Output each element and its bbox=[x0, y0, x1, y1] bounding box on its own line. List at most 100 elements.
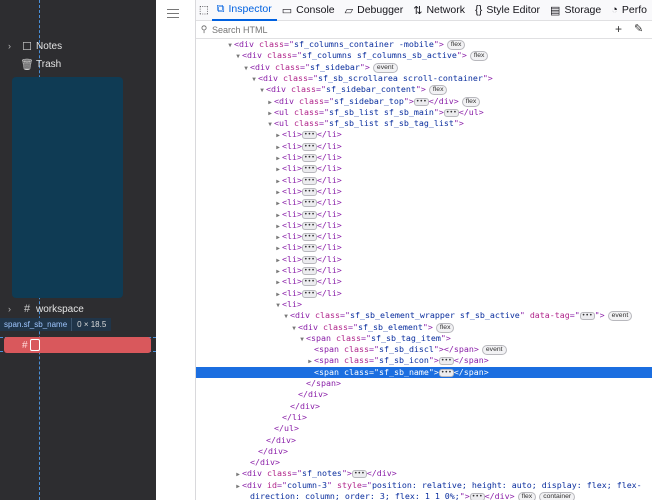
node-row[interactable]: ▼ <span class="sf_sb_tag_item"> bbox=[196, 333, 652, 344]
tab-label: Storage bbox=[564, 4, 602, 16]
node-row[interactable]: ▶ <li> ••• </li> bbox=[196, 220, 652, 231]
collapsed-content-icon[interactable]: ••• bbox=[301, 289, 317, 298]
node-row[interactable]: ▼ <ul class="sf_sb_list sf_sb_tag_list"> bbox=[196, 118, 652, 129]
sidebar-item-label: Trash bbox=[36, 58, 62, 70]
collapsed-content-icon[interactable]: ••• bbox=[301, 142, 317, 151]
event-badge[interactable]: event bbox=[607, 311, 633, 322]
devtools-toolbar: ⬚ ⧉ Inspector ▭ Console ▱ Debugger ⇅ Net… bbox=[196, 0, 652, 21]
menu-icon[interactable] bbox=[167, 9, 179, 21]
flex-badge[interactable]: flex bbox=[461, 96, 481, 107]
container-badge[interactable]: container bbox=[539, 492, 576, 500]
node-row[interactable]: ▼ <div class="sf_sb_scrollarea scroll-con… bbox=[196, 73, 652, 84]
node-row[interactable]: ▶ <li> ••• </li> bbox=[196, 129, 652, 140]
node-row[interactable]: <span class="sf_sb_discl"></span> event bbox=[196, 344, 652, 356]
collapsed-content-icon[interactable]: ••• bbox=[579, 312, 595, 321]
node-row[interactable]: ▶ <li> ••• </li> bbox=[196, 175, 652, 186]
node-row[interactable]: ▼ <div class="sf_sb_element"> flex bbox=[196, 322, 652, 333]
flex-badge[interactable]: flex bbox=[517, 492, 537, 500]
tab-network[interactable]: ⇅ Network bbox=[408, 0, 470, 21]
collapsed-content-icon[interactable]: ••• bbox=[351, 470, 367, 479]
node-row[interactable]: ▶ <span class="sf_sb_icon"> ••• </span> bbox=[196, 355, 652, 366]
node-row[interactable]: ▶ <li> ••• </li> bbox=[196, 152, 652, 163]
selected-node-row[interactable]: <span class="sf_sb_name"> ••• </span> bbox=[196, 366, 652, 378]
node-row[interactable]: </div> bbox=[196, 446, 652, 457]
node-row[interactable]: ▶ <li> ••• </li> bbox=[196, 265, 652, 276]
tab-debugger[interactable]: ▱ Debugger bbox=[340, 0, 409, 21]
flex-badge[interactable]: flex bbox=[428, 85, 448, 96]
node-row[interactable]: ▶ <div class="sf_sidebar_top"> ••• </div> fl… bbox=[196, 96, 652, 107]
node-row[interactable]: ▶ <div id="column-3" style="position: rel… bbox=[196, 480, 652, 491]
collapsed-content-icon[interactable]: ••• bbox=[301, 131, 317, 140]
node-row[interactable]: </ul> bbox=[196, 423, 652, 434]
notes-header-strip bbox=[156, 0, 196, 500]
flex-badge[interactable]: flex bbox=[435, 322, 455, 333]
node-row[interactable]: ▶ <div class="sf_notes"> ••• </div> bbox=[196, 468, 652, 479]
markup-tree: ▼ <div class="sf_columns_container -mobil… bbox=[196, 39, 652, 500]
node-row[interactable]: </div> bbox=[196, 457, 652, 468]
performance-icon: ◔ bbox=[611, 4, 618, 16]
collapsed-content-icon[interactable]: ••• bbox=[301, 176, 317, 185]
collapsed-content-icon[interactable]: ••• bbox=[438, 357, 454, 366]
node-row[interactable]: </div> bbox=[196, 435, 652, 446]
node-row[interactable]: </div> bbox=[196, 401, 652, 412]
node-row[interactable]: ▶ <li> ••• </li> bbox=[196, 276, 652, 287]
sidebar-item-workspace[interactable]: › # workspace bbox=[8, 300, 84, 318]
tab-style-editor[interactable]: {} Style Editor bbox=[470, 0, 545, 21]
node-row[interactable]: ▶ <li> ••• </li> bbox=[196, 186, 652, 197]
eyedropper-icon[interactable]: ✎ bbox=[634, 22, 643, 35]
node-row[interactable]: ▶ <li> ••• </li> bbox=[196, 288, 652, 299]
collapsed-content-icon[interactable]: ••• bbox=[301, 267, 317, 275]
node-row[interactable]: ▼ <div class="sf_columns sf_columns_sb_ac… bbox=[196, 50, 652, 62]
node-row[interactable]: </span> bbox=[196, 378, 652, 389]
flex-badge[interactable]: flex bbox=[446, 40, 466, 50]
highlighted-tag-item[interactable]: # bbox=[4, 337, 151, 353]
event-badge[interactable]: event bbox=[372, 62, 398, 73]
collapsed-content-icon[interactable]: ••• bbox=[301, 233, 317, 242]
tab-console[interactable]: ▭ Console bbox=[277, 0, 340, 21]
collapsed-content-icon[interactable]: ••• bbox=[301, 221, 317, 230]
app-sidebar: › ☐ Notes 🗑 Trash › # workspace span.sf_… bbox=[0, 0, 156, 500]
node-row[interactable]: ▶ <li> ••• </li> bbox=[196, 231, 652, 242]
collapsed-content-icon[interactable]: ••• bbox=[301, 199, 317, 208]
node-row[interactable]: ▶ <li> ••• </li> bbox=[196, 254, 652, 265]
devtools-panel: ⬚ ⧉ Inspector ▭ Console ▱ Debugger ⇅ Net… bbox=[196, 0, 652, 500]
node-row[interactable]: </div> bbox=[196, 389, 652, 400]
tab-performance[interactable]: ◔ Perfo bbox=[606, 0, 652, 21]
collapsed-content-icon[interactable]: ••• bbox=[301, 278, 317, 287]
search-icon: ⚲ bbox=[200, 24, 208, 34]
node-row[interactable]: ▶ <li> ••• </li> bbox=[196, 141, 652, 152]
collapsed-content-icon[interactable]: ••• bbox=[301, 165, 317, 174]
collapsed-content-icon[interactable]: ••• bbox=[413, 97, 429, 106]
node-row[interactable]: ▶ <li> ••• </li> bbox=[196, 163, 652, 174]
collapsed-content-icon[interactable]: ••• bbox=[301, 255, 317, 264]
event-badge[interactable]: event bbox=[481, 345, 507, 356]
sidebar-item-trash[interactable]: 🗑 Trash bbox=[8, 55, 61, 73]
collapsed-content-icon[interactable]: ••• bbox=[469, 493, 485, 500]
node-row[interactable]: ▶ <li> ••• </li> bbox=[196, 197, 652, 208]
flex-badge[interactable]: flex bbox=[469, 51, 489, 62]
collapsed-content-icon[interactable]: ••• bbox=[301, 187, 317, 196]
node-row[interactable]: ▼ <div class="sf_columns_container -mobil… bbox=[196, 39, 652, 50]
tab-inspector[interactable]: ⧉ Inspector bbox=[211, 0, 277, 21]
tab-storage[interactable]: ▤ Storage bbox=[545, 0, 606, 21]
node-row[interactable]: ▼ <div class="sf_sb_element_wrapper sf_sb… bbox=[196, 310, 652, 322]
node-row[interactable]: direction: column; order: 3; flex: 1 1 0… bbox=[196, 491, 652, 500]
node-row[interactable]: ▼ <li> bbox=[196, 299, 652, 310]
collapsed-content-icon[interactable]: ••• bbox=[438, 368, 454, 377]
node-row[interactable]: ▼ <div class="sf_sidebar_content"> flex bbox=[196, 84, 652, 96]
collapsed-content-icon[interactable]: ••• bbox=[301, 210, 317, 219]
chevron-right-icon[interactable]: › bbox=[8, 304, 18, 314]
sidebar-item-notes[interactable]: › ☐ Notes bbox=[8, 37, 62, 55]
collapsed-content-icon[interactable]: ••• bbox=[443, 108, 459, 117]
node-row[interactable]: ▼ <div class="sf_sidebar"> event bbox=[196, 62, 652, 73]
collapsed-content-icon[interactable]: ••• bbox=[301, 244, 317, 253]
collapsed-content-icon[interactable]: ••• bbox=[301, 154, 317, 162]
node-row[interactable]: ▶ <li> ••• </li> bbox=[196, 242, 652, 253]
node-row[interactable]: ▶ <ul class="sf_sb_list sf_sb_main"> ••• </… bbox=[196, 107, 652, 118]
node-row[interactable]: ▶ <li> ••• </li> bbox=[196, 209, 652, 220]
search-input[interactable] bbox=[212, 24, 512, 35]
element-picker-icon[interactable]: ⬚ bbox=[196, 0, 212, 21]
add-node-icon[interactable]: + bbox=[615, 22, 622, 36]
chevron-right-icon[interactable]: › bbox=[8, 41, 18, 51]
node-row[interactable]: </li> bbox=[196, 412, 652, 423]
